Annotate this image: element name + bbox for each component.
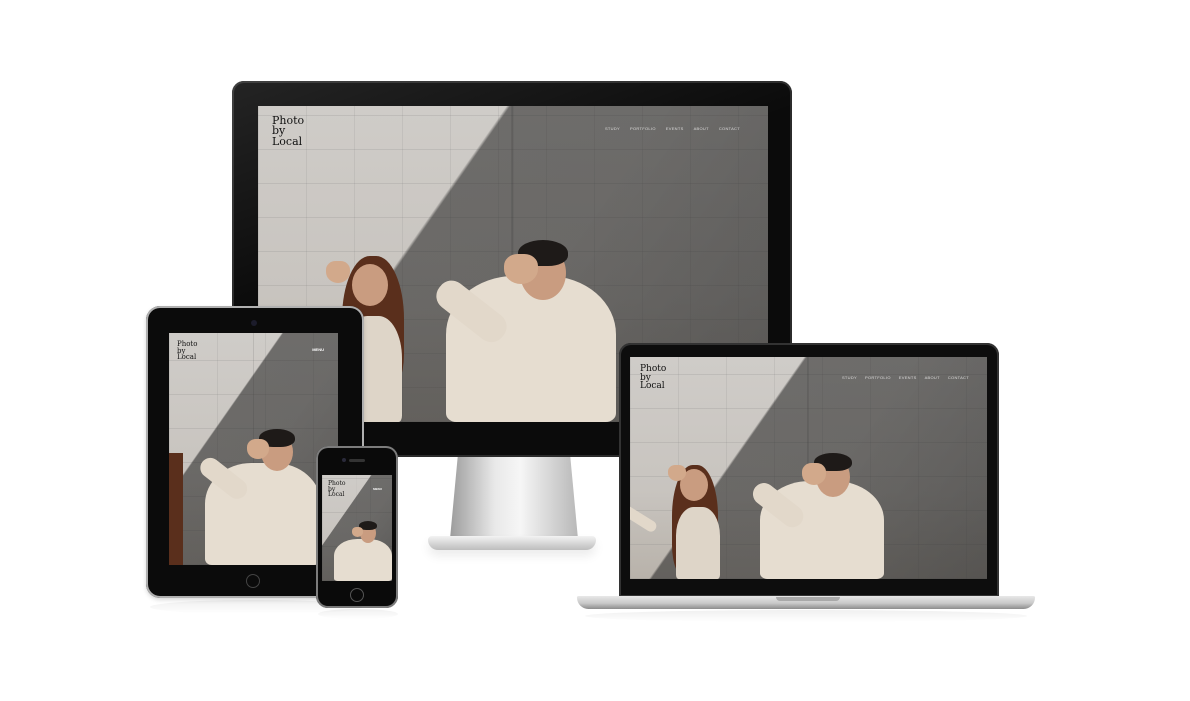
laptop-reflection <box>585 610 1027 622</box>
site-nav: STUDY PORTFOLIO EVENTS ABOUT CONTACT <box>605 126 740 131</box>
site-logo[interactable]: Photo by Local <box>328 480 346 498</box>
laptop-screen: Photo by Local STUDY PORTFOLIO EVENTS AB… <box>630 357 987 579</box>
phone-speaker <box>349 459 365 462</box>
site-nav: STUDY PORTFOLIO EVENTS ABOUT CONTACT <box>842 375 969 380</box>
nav-item[interactable]: ABOUT <box>694 126 709 131</box>
phone-screen: Photo by Local MENU <box>322 475 392 581</box>
nav-item[interactable]: STUDY <box>605 126 620 131</box>
phone-reflection <box>318 609 398 619</box>
nav-item[interactable]: CONTACT <box>719 126 740 131</box>
site-logo[interactable]: Photo by Local <box>177 341 197 361</box>
nav-item[interactable]: EVENTS <box>899 375 917 380</box>
nav-item[interactable]: PORTFOLIO <box>630 126 656 131</box>
menu-button[interactable]: MENU <box>312 347 324 352</box>
tablet-camera-icon <box>251 320 257 326</box>
laptop-notch <box>776 597 840 601</box>
nav-item[interactable]: EVENTS <box>666 126 684 131</box>
tablet-screen: Photo by Local MENU <box>169 333 338 565</box>
nav-item[interactable]: STUDY <box>842 375 857 380</box>
monitor-stand <box>450 457 578 539</box>
tablet-home-button[interactable] <box>246 574 260 588</box>
menu-button[interactable]: MENU <box>373 487 382 491</box>
site-logo[interactable]: Photo by Local <box>272 115 304 147</box>
phone-camera-icon <box>342 458 346 462</box>
site-logo[interactable]: Photo by Local <box>640 365 666 391</box>
nav-item[interactable]: PORTFOLIO <box>865 375 891 380</box>
phone-home-button[interactable] <box>350 588 364 602</box>
nav-item[interactable]: ABOUT <box>925 375 940 380</box>
nav-item[interactable]: CONTACT <box>948 375 969 380</box>
monitor-base <box>428 536 596 550</box>
